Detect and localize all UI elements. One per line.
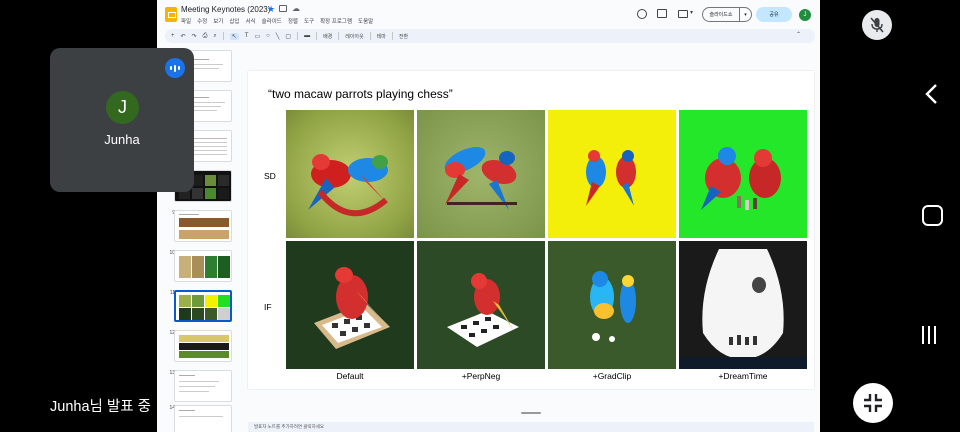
fill-color-icon[interactable]: ▬ (304, 33, 310, 39)
select-tool-icon[interactable]: ↖ (229, 32, 239, 40)
meet-icon[interactable] (678, 10, 688, 18)
participant-name: Junha (104, 132, 140, 147)
share-button-label: 공유 (769, 12, 779, 18)
chevron-down-icon[interactable]: ▾ (690, 9, 693, 16)
avatar[interactable]: J (799, 9, 811, 21)
slide-thumbnail[interactable]: 12 (157, 330, 242, 364)
menu-view[interactable]: 보기 (213, 17, 223, 25)
chevron-up-icon[interactable]: ⌃ (796, 31, 801, 38)
notes-resize-handle[interactable] (521, 412, 541, 414)
thumbnail-image (174, 250, 232, 282)
participant-avatar: J (106, 91, 139, 124)
col-label-perpneg: +PerpNeg (461, 371, 501, 381)
slide-thumbnail-selected[interactable]: 11 (157, 290, 242, 324)
slide-canvas[interactable]: “two macaw parrots playing chess” SD IF (242, 45, 820, 432)
image-icon[interactable]: ▭ (254, 33, 260, 40)
theme-button[interactable]: 테마 (377, 33, 386, 40)
redo-icon[interactable]: ↷ (192, 33, 197, 40)
menu-bar: 파일 수정 보기 삽입 서식 슬라이드 정렬 도구 확장 프로그램 도움말 (181, 17, 373, 25)
col-label-dreamtime: +DreamTime (718, 371, 768, 381)
menu-arrange[interactable]: 정렬 (288, 17, 298, 25)
slide[interactable]: “two macaw parrots playing chess” SD IF (248, 71, 814, 389)
menu-insert[interactable]: 삽입 (229, 17, 239, 25)
menu-help[interactable]: 도움말 (358, 17, 373, 25)
mic-off-icon[interactable] (862, 10, 892, 40)
slide-title[interactable]: “two macaw parrots playing chess” (268, 87, 453, 101)
thumbnail-image (174, 370, 232, 402)
menu-format[interactable]: 서식 (246, 17, 256, 25)
comment-icon[interactable] (657, 9, 667, 18)
toolbar-divider (338, 32, 340, 40)
comment-add-icon[interactable]: ▢ (285, 33, 291, 40)
recents-icon[interactable] (922, 326, 936, 344)
slideshow-button[interactable]: 슬라이드쇼 (702, 7, 740, 22)
thumbnail-image (174, 290, 232, 322)
move-folder-icon[interactable] (279, 5, 287, 12)
menu-tools[interactable]: 도구 (304, 17, 314, 25)
share-button[interactable]: 공유 (756, 7, 792, 22)
thumbnail-image (174, 405, 232, 432)
exit-fullscreen-icon[interactable] (853, 383, 893, 423)
menu-slide[interactable]: 슬라이드 (262, 17, 282, 25)
print-icon[interactable]: ⎙ (203, 33, 208, 40)
undo-icon[interactable]: ↶ (181, 33, 186, 40)
image-sd-dreamtime (679, 110, 807, 238)
toolbar-divider (391, 32, 393, 40)
slide-thumbnail[interactable]: 14 (157, 405, 242, 432)
line-icon[interactable]: ╲ (276, 33, 280, 40)
screen: Meeting Keynotes (2023) ★ ☁ 파일 수정 보기 삽입 … (0, 0, 960, 432)
speaking-indicator-icon (165, 58, 185, 78)
document-title[interactable]: Meeting Keynotes (2023) (181, 5, 270, 14)
image-sd-gradclip (548, 110, 676, 238)
slide-thumbnail[interactable]: 13 (157, 370, 242, 404)
shape-icon[interactable]: ○ (266, 33, 270, 39)
menu-file[interactable]: 파일 (181, 17, 191, 25)
back-icon[interactable] (922, 82, 942, 111)
background-button[interactable]: 배경 (323, 33, 332, 40)
menu-edit[interactable]: 수정 (197, 17, 207, 25)
transition-button[interactable]: 전환 (399, 33, 408, 40)
thumbnail-image (174, 210, 232, 242)
row-label-sd: SD (264, 171, 276, 181)
history-icon[interactable] (637, 9, 647, 19)
slides-logo-icon (165, 7, 177, 22)
shared-slides-window: Meeting Keynotes (2023) ★ ☁ 파일 수정 보기 삽입 … (157, 0, 820, 432)
layout-button[interactable]: 레이아웃 (345, 33, 363, 40)
toolbar-divider (316, 32, 318, 40)
slide-thumbnail[interactable]: 9 (157, 210, 242, 244)
home-icon[interactable] (922, 205, 943, 226)
toolbar-divider (222, 32, 224, 40)
text-box-icon[interactable]: T (245, 33, 249, 39)
image-if-default (286, 241, 414, 369)
toolbar-divider (297, 32, 299, 40)
image-sd-perpneg (417, 110, 545, 238)
cloud-status-icon[interactable]: ☁ (292, 4, 300, 13)
participant-tile[interactable]: J Junha (50, 48, 194, 192)
menu-extensions[interactable]: 확장 프로그램 (320, 17, 352, 25)
presenting-status: Junha님 발표 중 (50, 399, 151, 415)
image-sd-default (286, 110, 414, 238)
col-label-default: Default (336, 371, 364, 381)
image-if-perpneg (417, 241, 545, 369)
row-label-if: IF (264, 302, 272, 312)
toolbar-divider (369, 32, 371, 40)
slide-thumbnail[interactable]: 10 (157, 250, 242, 284)
star-icon[interactable]: ★ (267, 4, 275, 15)
speaker-notes[interactable]: 발표자 노트를 추가하려면 클릭하세요 (248, 422, 814, 432)
thumbnail-image (174, 330, 232, 362)
toolbar: + ↶ ↷ ⎙ ⌕ ↖ T ▭ ○ ╲ ▢ ▬ 배경 레이아웃 테마 전환 ⌃ (165, 29, 815, 43)
top-bar: Meeting Keynotes (2023) ★ ☁ 파일 수정 보기 삽입 … (157, 0, 820, 28)
col-label-gradclip: +GradClip (592, 371, 632, 381)
slideshow-options-button[interactable]: ▾ (740, 7, 752, 22)
zoom-icon[interactable]: ⌕ (213, 33, 216, 40)
image-if-gradclip (548, 241, 676, 369)
image-if-dreamtime (679, 241, 807, 369)
new-slide-icon[interactable]: + (171, 33, 175, 39)
